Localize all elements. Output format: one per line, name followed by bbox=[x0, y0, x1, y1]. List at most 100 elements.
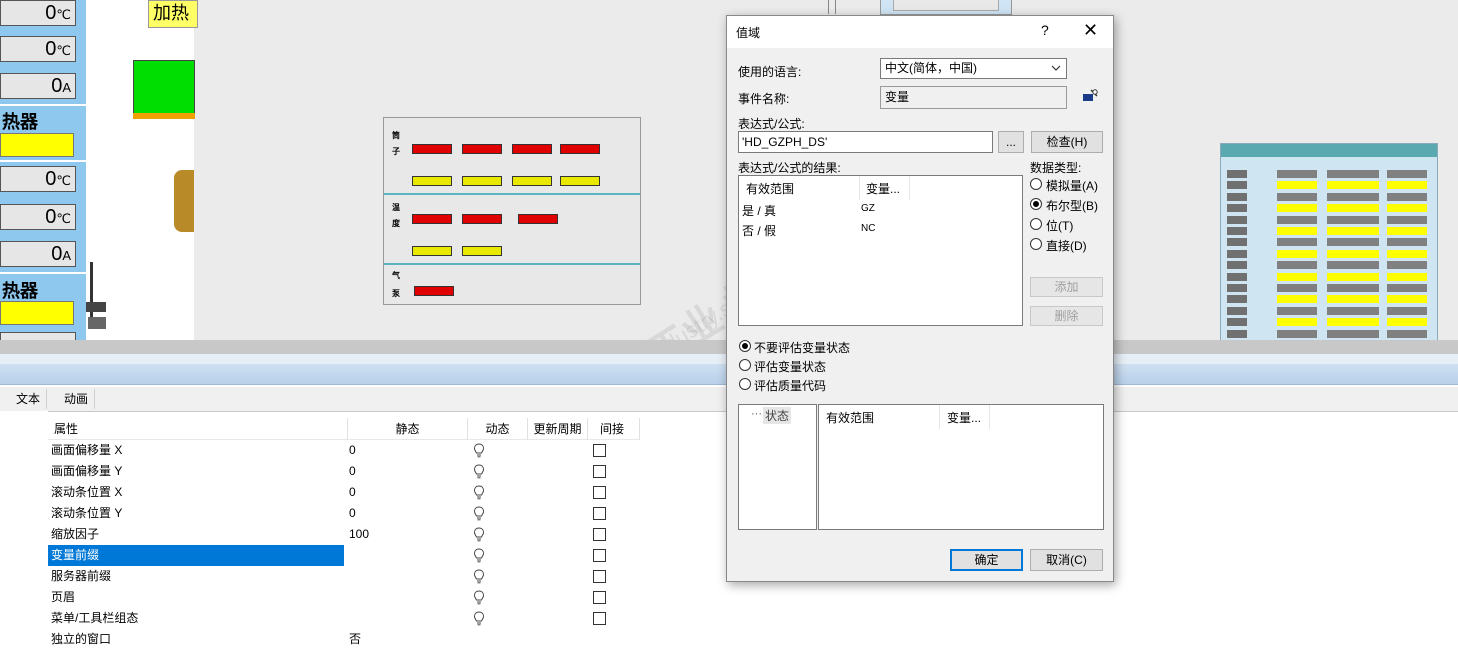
status-header-variable[interactable]: 变量... bbox=[947, 409, 981, 426]
column-header-property[interactable]: 属性 bbox=[48, 418, 348, 440]
property-row[interactable]: 变量前缀 bbox=[48, 545, 640, 566]
table-row bbox=[1227, 238, 1433, 247]
check-button[interactable]: 检查(H) bbox=[1031, 131, 1103, 153]
tag-connect-icon[interactable] bbox=[1081, 88, 1099, 104]
tab-text[interactable]: 文本 bbox=[10, 389, 48, 409]
result-list[interactable]: 有效范围 变量... 是 / 真 GZ 否 / 假 NC bbox=[738, 175, 1023, 326]
lightbulb-icon[interactable] bbox=[473, 611, 485, 626]
expression-input[interactable]: 'HD_GZPH_DS' bbox=[738, 131, 993, 153]
expression-value: 'HD_GZPH_DS' bbox=[742, 135, 828, 149]
result-row[interactable]: 是 / 真 GZ bbox=[739, 200, 1022, 220]
result-header-range[interactable]: 有效范围 bbox=[746, 180, 794, 197]
table-row bbox=[1227, 204, 1433, 213]
data-type-label-option[interactable]: 布尔型(B) bbox=[1046, 197, 1098, 214]
lightbulb-icon[interactable] bbox=[473, 548, 485, 563]
data-type-radio[interactable] bbox=[1030, 198, 1042, 210]
indirect-checkbox[interactable] bbox=[593, 465, 606, 478]
dialog-titlebar[interactable]: 值域 ? ✕ bbox=[727, 16, 1113, 48]
property-row[interactable]: 滚动条位置 X 0 bbox=[48, 482, 640, 503]
cancel-button[interactable]: 取消(C) bbox=[1030, 549, 1103, 571]
data-type-radio[interactable] bbox=[1030, 178, 1042, 190]
property-row[interactable]: 页眉 bbox=[48, 587, 640, 608]
window-frame bbox=[880, 0, 1012, 15]
property-static-value[interactable]: 100 bbox=[349, 524, 369, 545]
evaluate-status-label[interactable]: 评估变量状态 bbox=[754, 358, 826, 375]
close-button[interactable]: ✕ bbox=[1083, 20, 1098, 40]
property-row[interactable]: 菜单/工具栏组态 bbox=[48, 608, 640, 629]
column-header-dynamic[interactable]: 动态 bbox=[468, 418, 528, 440]
property-static-value[interactable]: 0 bbox=[349, 503, 356, 524]
indirect-checkbox[interactable] bbox=[593, 528, 606, 541]
data-type-label-option[interactable]: 模拟量(A) bbox=[1046, 177, 1098, 194]
add-button[interactable]: 添加 bbox=[1030, 277, 1103, 297]
lightbulb-icon[interactable] bbox=[473, 590, 485, 605]
lightbulb-icon[interactable] bbox=[473, 443, 485, 458]
column-header-indirect[interactable]: 间接 bbox=[588, 418, 640, 440]
property-static-value[interactable]: 否 bbox=[349, 629, 361, 650]
alarm-value-box bbox=[462, 214, 502, 224]
property-row[interactable]: 服务器前缀 bbox=[48, 566, 640, 587]
lightbulb-icon[interactable] bbox=[473, 527, 485, 542]
property-static-value[interactable]: 0 bbox=[349, 440, 356, 461]
data-type-label-option[interactable]: 位(T) bbox=[1046, 217, 1073, 234]
lightbulb-icon[interactable] bbox=[473, 569, 485, 584]
process-overview-panel[interactable]: 筒子 温度 气泵 bbox=[383, 117, 641, 305]
evaluate-status-radio[interactable] bbox=[739, 340, 751, 352]
result-row[interactable]: 否 / 假 NC bbox=[739, 220, 1022, 240]
table-row bbox=[1227, 272, 1433, 281]
tab-animation[interactable]: 动画 bbox=[58, 389, 96, 409]
result-header-variable[interactable]: 变量... bbox=[866, 180, 900, 197]
lightbulb-icon[interactable] bbox=[473, 485, 485, 500]
readout-cell bbox=[0, 332, 76, 340]
indirect-checkbox[interactable] bbox=[593, 591, 606, 604]
property-row[interactable]: 独立的窗口 否 bbox=[48, 629, 640, 650]
column-header-static[interactable]: 静态 bbox=[348, 418, 468, 440]
help-button[interactable]: ? bbox=[1041, 22, 1049, 38]
property-static-value[interactable]: 0 bbox=[349, 482, 356, 503]
indirect-checkbox[interactable] bbox=[593, 507, 606, 520]
temperature-readout: 0℃ bbox=[0, 36, 76, 62]
data-type-radio[interactable] bbox=[1030, 238, 1042, 250]
heater-label: 热器 bbox=[2, 112, 38, 133]
property-row[interactable]: 缩放因子 100 bbox=[48, 524, 640, 545]
status-list[interactable]: 有效范围 变量... bbox=[818, 404, 1104, 530]
divider bbox=[384, 263, 640, 265]
property-name: 画面偏移量 Y bbox=[51, 464, 123, 478]
property-static-value[interactable]: 0 bbox=[349, 461, 356, 482]
browse-button[interactable]: ... bbox=[998, 131, 1024, 153]
data-type-label-option[interactable]: 直接(D) bbox=[1046, 237, 1087, 254]
table-row bbox=[1227, 284, 1433, 292]
indirect-checkbox[interactable] bbox=[593, 612, 606, 625]
column-header-update-cycle[interactable]: 更新周期 bbox=[528, 418, 588, 440]
heater-status-indicator bbox=[0, 301, 74, 325]
evaluate-status-radio[interactable] bbox=[739, 359, 751, 371]
status-header-range[interactable]: 有效范围 bbox=[826, 409, 874, 426]
language-select[interactable]: 中文(简体，中国) bbox=[880, 58, 1067, 79]
property-name: 页眉 bbox=[51, 590, 76, 604]
event-name-field: 变量 bbox=[880, 86, 1067, 109]
property-row[interactable]: 滚动条位置 Y 0 bbox=[48, 503, 640, 524]
status-tree[interactable]: ···· 状态 bbox=[738, 404, 817, 530]
indirect-checkbox[interactable] bbox=[593, 570, 606, 583]
ok-button[interactable]: 确定 bbox=[950, 549, 1023, 571]
lightbulb-icon[interactable] bbox=[473, 506, 485, 521]
table-row bbox=[1227, 192, 1433, 201]
property-row[interactable]: 画面偏移量 Y 0 bbox=[48, 461, 640, 482]
evaluate-status-label[interactable]: 不要评估变量状态 bbox=[754, 339, 850, 356]
evaluate-status-radio[interactable] bbox=[739, 378, 751, 390]
indirect-checkbox[interactable] bbox=[593, 444, 606, 457]
property-row[interactable]: 画面偏移量 X 0 bbox=[48, 440, 640, 461]
alarm-value-box bbox=[462, 144, 502, 154]
data-type-radio[interactable] bbox=[1030, 218, 1042, 230]
heater-status-indicator bbox=[0, 133, 74, 157]
table-row bbox=[1227, 170, 1433, 178]
evaluate-status-label[interactable]: 评估质量代码 bbox=[754, 377, 826, 394]
status-tree-item[interactable]: 状态 bbox=[763, 407, 792, 424]
equipment-graphic bbox=[86, 262, 106, 329]
property-name: 服务器前缀 bbox=[51, 569, 112, 583]
indirect-checkbox[interactable] bbox=[593, 486, 606, 499]
indirect-checkbox[interactable] bbox=[593, 549, 606, 562]
lightbulb-icon[interactable] bbox=[473, 464, 485, 479]
delete-button[interactable]: 删除 bbox=[1030, 306, 1103, 326]
alarm-value-box bbox=[412, 144, 452, 154]
